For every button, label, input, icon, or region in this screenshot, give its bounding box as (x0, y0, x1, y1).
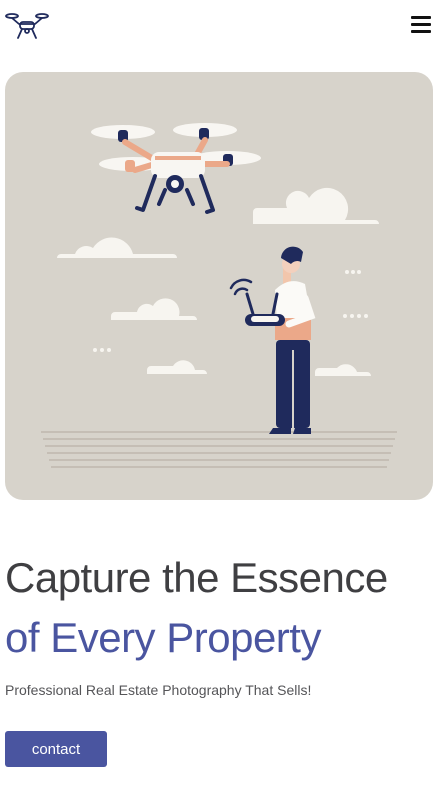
cloud-shapes (57, 187, 379, 376)
drone-logo-icon[interactable] (4, 11, 50, 41)
hero-subtitle: Professional Real Estate Photography Tha… (5, 682, 312, 698)
hero-illustration (5, 72, 433, 500)
ground-lines (41, 431, 397, 468)
person-shape (229, 246, 316, 434)
headline-line-2: of Every Property (5, 614, 321, 661)
hero-headline: Capture the Essence of Every Property (5, 548, 439, 668)
hamburger-menu-icon[interactable] (411, 14, 433, 34)
contact-button[interactable]: contact (5, 731, 107, 767)
drone-shape (91, 123, 261, 214)
site-header (0, 0, 441, 52)
headline-line-1: Capture the Essence (5, 554, 388, 601)
